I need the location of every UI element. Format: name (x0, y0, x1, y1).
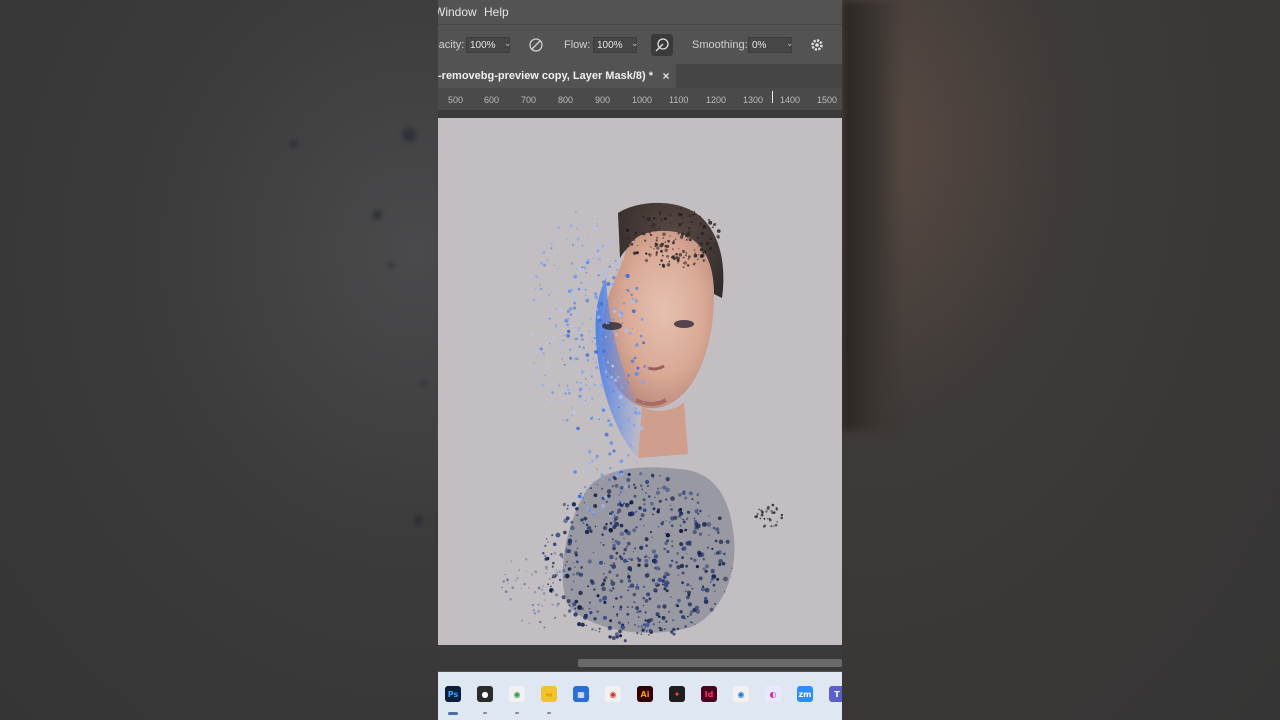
ruler-tick: 1300 (743, 95, 764, 105)
scrollbar-thumb[interactable] (578, 659, 842, 667)
taskbar-app-chrome-3-icon[interactable]: ◉ (733, 686, 749, 702)
background-blur-right (842, 0, 1280, 720)
ruler-tick: 600 (484, 95, 500, 105)
taskbar-app-illustrator-icon[interactable]: Ai (637, 686, 653, 702)
ruler-tick: 500 (448, 95, 464, 105)
taskbar-active-indicator (448, 712, 458, 715)
gear-icon[interactable] (806, 34, 828, 56)
dispersion-portrait-artwork (501, 202, 783, 643)
taskbar-open-indicator (483, 712, 487, 714)
menu-window[interactable]: Window (438, 5, 477, 19)
menu-bar: Window Help (438, 0, 842, 24)
document-tab-bar: -removebg-preview copy, Layer Mask/8) * … (438, 64, 842, 88)
horizontal-scrollbar[interactable] (438, 655, 842, 671)
taskbar-app-file-explorer-icon[interactable]: ▬ (541, 686, 557, 702)
ruler-tick: 1400 (780, 95, 801, 105)
taskbar-open-indicator (515, 712, 519, 714)
document-tab[interactable]: -removebg-preview copy, Layer Mask/8) * … (438, 64, 676, 88)
taskbar-app-chrome-2-icon[interactable]: ◉ (605, 686, 621, 702)
tool-options-bar: Opacity: 100% ⌄ Flow: 100% ⌄ Smoothing: … (438, 24, 842, 66)
taskbar-app-indesign-icon[interactable]: Id (701, 686, 717, 702)
opacity-label: Opacity: (438, 39, 465, 51)
smoothing-dropdown-icon[interactable]: ⌄ (786, 38, 794, 49)
ruler-tick: 1500 (817, 95, 838, 105)
taskbar-app-photos-icon[interactable]: ◐ (765, 686, 781, 702)
taskbar-app-obs-icon[interactable]: ● (477, 686, 493, 702)
horizontal-ruler: 500 600 700 800 900 1000 1100 1200 1300 … (438, 88, 842, 111)
opacity-dropdown-icon[interactable]: ⌄ (504, 38, 512, 49)
menu-help[interactable]: Help (484, 5, 509, 19)
taskbar-open-indicator (547, 712, 551, 714)
ruler-cursor-marker (772, 91, 773, 103)
flow-label: Flow: (564, 39, 591, 51)
taskbar-app-zoom-icon[interactable]: zm (797, 686, 813, 702)
ruler-tick: 1000 (632, 95, 653, 105)
flow-dropdown-icon[interactable]: ⌄ (631, 38, 639, 49)
taskbar-app-teams-icon[interactable]: T (829, 686, 842, 702)
photoshop-window: Window Help Opacity: 100% ⌄ Flow: 100% ⌄… (438, 0, 842, 720)
document-canvas[interactable] (438, 118, 842, 645)
pressure-opacity-icon[interactable] (525, 34, 547, 56)
windows-taskbar: Ps ● ◉ ▬ ▦ ◉ Ai ✦ Id ◉ ◐ zm T (438, 672, 842, 720)
ruler-tick: 700 (521, 95, 537, 105)
document-tab-title: -removebg-preview copy, Layer Mask/8) * (438, 70, 653, 82)
close-icon[interactable]: × (660, 64, 672, 88)
airbrush-icon[interactable] (651, 34, 673, 56)
ruler-tick: 1100 (669, 95, 689, 105)
ruler-tick: 900 (595, 95, 611, 105)
ruler-tick: 800 (558, 95, 574, 105)
smoothing-label: Smoothing: (692, 39, 748, 51)
taskbar-app-figma-icon[interactable]: ✦ (669, 686, 685, 702)
taskbar-app-chrome-icon[interactable]: ◉ (509, 686, 525, 702)
ruler-tick: 1200 (706, 95, 727, 105)
taskbar-app-photoshop-icon[interactable]: Ps (445, 686, 461, 702)
taskbar-app-store-icon[interactable]: ▦ (573, 686, 589, 702)
background-blur-left (0, 0, 438, 720)
